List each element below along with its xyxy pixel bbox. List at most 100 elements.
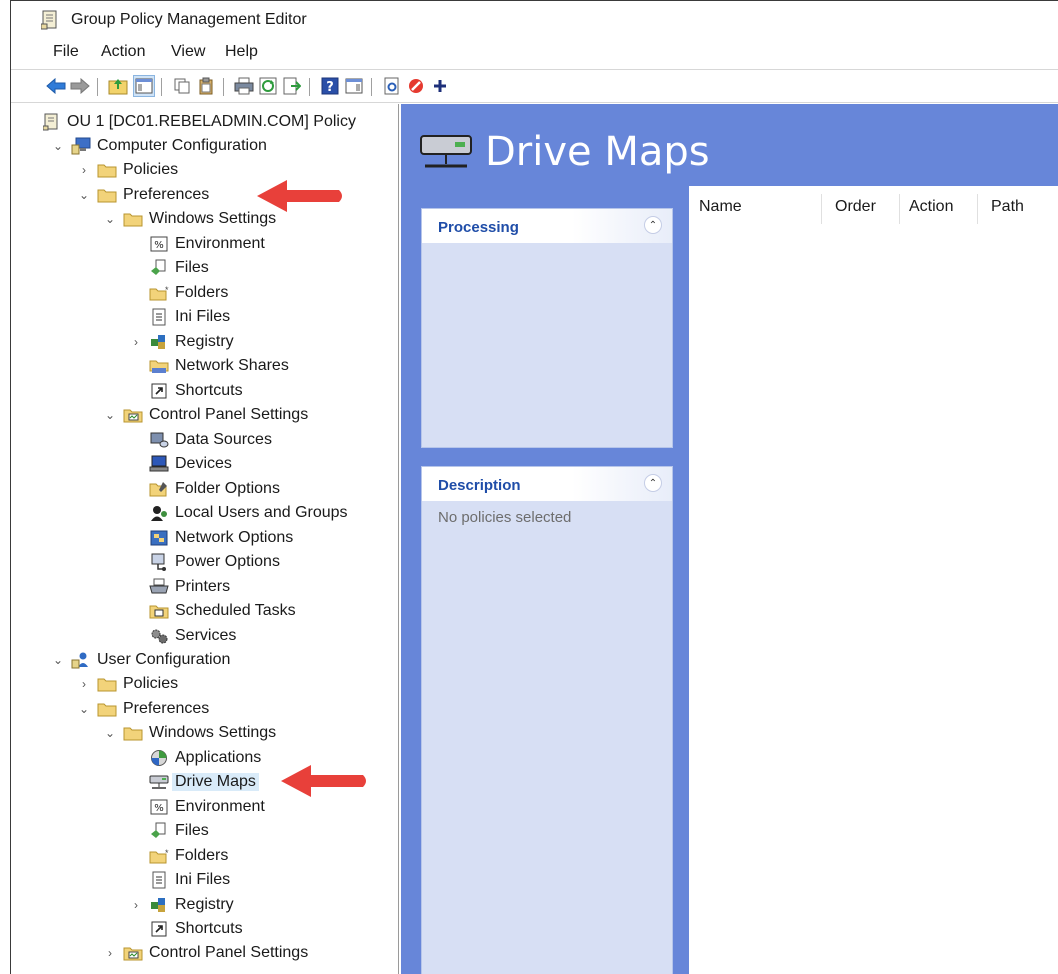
tree-item-uc-policies[interactable]: › Policies xyxy=(77,673,178,695)
chevron-down-icon[interactable]: ⌄ xyxy=(51,139,65,153)
tree-item-cc-files[interactable]: Files xyxy=(149,257,209,279)
chevron-down-icon[interactable]: ⌄ xyxy=(103,408,117,422)
column-header-name[interactable]: Name xyxy=(699,198,742,224)
menu-action[interactable]: Action xyxy=(101,43,145,61)
back-icon[interactable] xyxy=(45,75,67,97)
chevron-down-icon[interactable]: ⌄ xyxy=(103,212,117,226)
export-list-icon[interactable] xyxy=(281,75,303,97)
tree-item-uc-applications[interactable]: Applications xyxy=(149,747,261,769)
tree-item-uc-preferences[interactable]: ⌄ Preferences xyxy=(77,698,209,720)
tree-item-cc-local-users-groups[interactable]: Local Users and Groups xyxy=(149,502,348,524)
tree-item-cc-folder-options[interactable]: Folder Options xyxy=(149,478,280,500)
tree-item-computer-configuration[interactable]: ⌄ Computer Configuration xyxy=(51,135,267,157)
column-header-order[interactable]: Order xyxy=(835,198,876,224)
tree-item-cc-printers[interactable]: Printers xyxy=(149,576,230,598)
tree-item-label: Control Panel Settings xyxy=(149,944,309,961)
services-gear-icon xyxy=(149,627,169,645)
shortcut-icon xyxy=(149,920,169,938)
stop-icon[interactable] xyxy=(405,75,427,97)
column-header-action[interactable]: Action xyxy=(909,198,953,224)
tree-item-label: Devices xyxy=(175,455,232,472)
column-divider[interactable] xyxy=(977,194,978,224)
copy-icon[interactable] xyxy=(171,75,193,97)
chevron-down-icon[interactable]: ⌄ xyxy=(103,726,117,740)
tree-item-user-configuration[interactable]: ⌄ User Configuration xyxy=(51,649,230,671)
chevron-right-icon[interactable]: › xyxy=(129,898,143,912)
tree-item-label: Computer Configuration xyxy=(97,137,267,154)
ini-file-icon xyxy=(149,871,169,889)
column-divider[interactable] xyxy=(821,194,822,224)
help-icon[interactable]: ? xyxy=(319,75,341,97)
tree-item-uc-ini-files[interactable]: Ini Files xyxy=(149,869,230,891)
tree-item-label: Local Users and Groups xyxy=(175,504,348,521)
column-header-path[interactable]: Path xyxy=(991,198,1024,224)
up-folder-icon[interactable] xyxy=(107,75,129,97)
tree-item-label: Registry xyxy=(175,896,234,913)
folders-icon: * xyxy=(149,847,169,865)
policy-scroll-icon xyxy=(41,10,57,30)
tree-item-uc-control-panel[interactable]: › Control Panel Settings xyxy=(103,942,308,964)
chevron-right-icon[interactable]: › xyxy=(103,946,117,960)
collapse-chevron-icon[interactable]: ⌃ xyxy=(644,474,662,492)
tree-item-label: Scheduled Tasks xyxy=(175,602,296,619)
tree-item-cc-network-options[interactable]: Network Options xyxy=(149,527,293,549)
chevron-down-icon[interactable]: ⌄ xyxy=(77,188,91,202)
tree-item-label: Preferences xyxy=(123,186,210,203)
tree-item-uc-drive-maps[interactable]: Drive Maps xyxy=(149,771,259,793)
tree-item-uc-shortcuts[interactable]: Shortcuts xyxy=(149,918,243,940)
menu-help[interactable]: Help xyxy=(225,43,258,61)
tree-item-uc-environment[interactable]: % Environment xyxy=(149,796,265,818)
tree-item-cc-services[interactable]: Services xyxy=(149,625,236,647)
chevron-down-icon[interactable]: ⌄ xyxy=(77,702,91,716)
tree-item-label: Registry xyxy=(175,333,234,350)
tree-item-cc-devices[interactable]: Devices xyxy=(149,453,232,475)
annotation-arrow-icon xyxy=(257,180,342,212)
panel-title: Processing xyxy=(438,219,519,236)
properties-icon[interactable] xyxy=(381,75,403,97)
tree-item-uc-registry[interactable]: › Registry xyxy=(129,894,234,916)
tree-item-cc-environment[interactable]: % Environment xyxy=(149,233,265,255)
description-panel: Description ⌃ No policies selected xyxy=(421,466,673,974)
tree-item-cc-policies[interactable]: › Policies xyxy=(77,159,178,181)
show-hide-tree-icon[interactable] xyxy=(133,75,155,97)
window-title: Group Policy Management Editor xyxy=(71,11,307,28)
svg-text:*: * xyxy=(165,285,169,295)
collapse-chevron-icon[interactable]: ⌃ xyxy=(644,216,662,234)
tree-item-label: Power Options xyxy=(175,553,280,570)
add-icon[interactable] xyxy=(429,75,451,97)
folder-icon xyxy=(97,700,117,718)
show-action-pane-icon[interactable] xyxy=(343,75,365,97)
tree-item-cc-folders[interactable]: * Folders xyxy=(149,282,228,304)
tree-item-cc-power-options[interactable]: Power Options xyxy=(149,551,280,573)
tree-item-cc-registry[interactable]: › Registry xyxy=(129,331,234,353)
tree-item-label: Files xyxy=(175,822,209,839)
print-icon[interactable] xyxy=(233,75,255,97)
chevron-right-icon[interactable]: › xyxy=(129,335,143,349)
chevron-right-icon[interactable]: › xyxy=(77,677,91,691)
tree-item-cc-control-panel[interactable]: ⌄ Control Panel Settings xyxy=(103,404,308,426)
toolbar-separator xyxy=(309,78,310,96)
menu-view[interactable]: View xyxy=(171,43,205,61)
chevron-down-icon[interactable]: ⌄ xyxy=(51,653,65,667)
computer-config-icon xyxy=(71,137,91,155)
tree-item-cc-data-sources[interactable]: Data Sources xyxy=(149,429,272,451)
environment-icon: % xyxy=(149,798,169,816)
tree-item-cc-scheduled-tasks[interactable]: Scheduled Tasks xyxy=(149,600,296,622)
tree-item-label: Control Panel Settings xyxy=(149,406,309,423)
menu-file[interactable]: File xyxy=(53,43,79,61)
tree-item-cc-shortcuts[interactable]: Shortcuts xyxy=(149,380,243,402)
refresh-icon[interactable] xyxy=(257,75,279,97)
tree-item-uc-folders[interactable]: * Folders xyxy=(149,845,228,867)
tree-item-cc-ini-files[interactable]: Ini Files xyxy=(149,306,230,328)
tree-item-cc-network-shares[interactable]: Network Shares xyxy=(149,355,289,377)
column-divider[interactable] xyxy=(899,194,900,224)
tree-item-uc-files[interactable]: Files xyxy=(149,820,209,842)
tree-item-label: Policies xyxy=(123,675,179,692)
tree-item-root[interactable]: OU 1 [DC01.REBELADMIN.COM] Policy xyxy=(41,111,356,133)
tree-item-uc-windows-settings[interactable]: ⌄ Windows Settings xyxy=(103,722,276,744)
shortcut-icon xyxy=(149,382,169,400)
chevron-right-icon[interactable]: › xyxy=(77,163,91,177)
tree-item-cc-preferences[interactable]: ⌄ Preferences xyxy=(77,184,209,206)
forward-icon[interactable] xyxy=(69,75,91,97)
paste-icon[interactable] xyxy=(195,75,217,97)
